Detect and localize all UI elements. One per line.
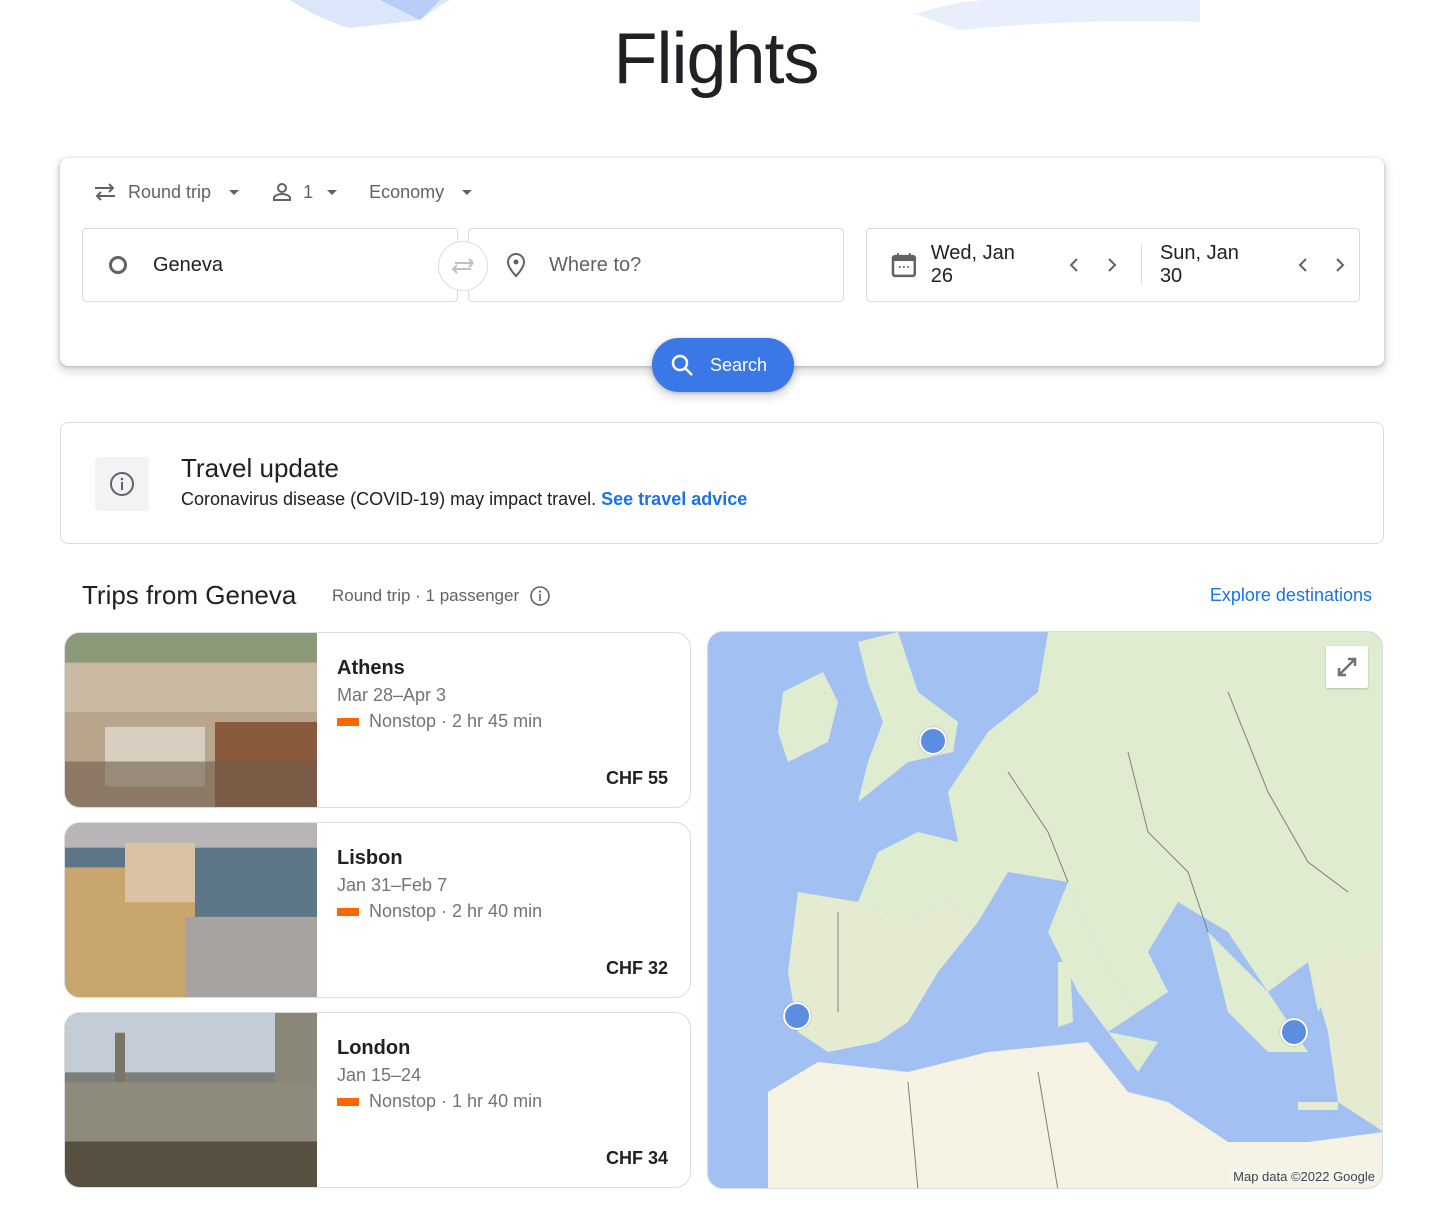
trip-price: CHF 32 (605, 958, 668, 978)
travel-update-title: Travel update (181, 453, 340, 483)
trip-flight-text: Nonstop · 2 hr 45 min (369, 711, 543, 731)
date-range-picker: Wed, Jan 26 Sun, Jan 30 (866, 228, 1360, 302)
athens-photo (65, 633, 317, 807)
destination-placeholder: Where to? (549, 253, 642, 276)
lisbon-photo (65, 823, 317, 997)
person-icon (273, 183, 292, 201)
chevron-right-icon (1108, 258, 1117, 272)
cabin-class-label: Economy (369, 181, 445, 202)
chevron-down-icon (327, 189, 338, 195)
trip-dates: Jan 15–24 (337, 1065, 422, 1085)
easyjet-logo-icon (337, 1097, 359, 1106)
trip-flight-info: Nonstop · 1 hr 40 min (337, 1091, 542, 1112)
trips-section-title: Trips from Geneva (82, 580, 297, 610)
trip-flight-text: Nonstop · 2 hr 40 min (369, 901, 543, 921)
return-prev-button[interactable] (1284, 246, 1322, 284)
trip-flight-info: Nonstop · 2 hr 40 min (337, 901, 542, 922)
trip-dates: Mar 28–Apr 3 (337, 685, 447, 705)
destination-input[interactable]: Where to? (468, 228, 844, 302)
info-icon[interactable] (529, 585, 551, 607)
trip-flight-info: Nonstop · 2 hr 45 min (337, 711, 542, 732)
trip-card-london[interactable]: London Jan 15–24 Nonstop · 1 hr 40 min C… (64, 1012, 691, 1188)
date-divider (1140, 245, 1142, 285)
expand-map-button[interactable] (1326, 646, 1368, 688)
trip-price: CHF 34 (605, 1148, 668, 1168)
trip-flight-text: Nonstop · 1 hr 40 min (369, 1091, 543, 1111)
passengers-select[interactable]: 1 (271, 181, 338, 203)
depart-date[interactable]: Wed, Jan 26 (931, 242, 1042, 288)
origin-value: Geneva (153, 253, 224, 276)
easyjet-logo-icon (337, 717, 359, 726)
origin-input[interactable]: Geneva (82, 228, 458, 302)
location-pin-icon (506, 252, 526, 278)
trip-dates: Jan 31–Feb 7 (337, 875, 448, 895)
chevron-left-icon (1070, 258, 1079, 272)
trip-card-athens[interactable]: Athens Mar 28–Apr 3 Nonstop · 2 hr 45 mi… (64, 632, 691, 808)
trip-type-select[interactable]: Round trip (92, 181, 240, 203)
swap-locations-button[interactable] (438, 241, 488, 291)
trip-city: London (337, 1037, 411, 1059)
depart-prev-button[interactable] (1056, 246, 1094, 284)
calendar-icon (891, 253, 917, 278)
map-pin-lisbon[interactable] (783, 1002, 811, 1030)
search-button[interactable]: Search (652, 338, 794, 392)
expand-icon (1337, 657, 1357, 677)
travel-update-card: Travel update Coronavirus disease (COVID… (60, 422, 1384, 544)
info-icon (110, 472, 134, 496)
info-icon-box (95, 457, 149, 511)
london-photo (65, 1013, 317, 1187)
trip-price: CHF 55 (605, 768, 668, 788)
origin-circle-icon (109, 256, 127, 274)
swap-arrows-icon (95, 183, 115, 201)
return-date[interactable]: Sun, Jan 30 (1160, 242, 1266, 288)
easyjet-logo-icon (337, 907, 359, 916)
return-next-button[interactable] (1321, 246, 1359, 284)
map-land (768, 632, 1382, 1188)
trip-city: Lisbon (337, 847, 403, 869)
search-icon (671, 354, 693, 376)
swap-icon (451, 258, 474, 274)
trip-city: Athens (337, 657, 405, 679)
depart-next-button[interactable] (1093, 246, 1131, 284)
travel-update-text: Coronavirus disease (COVID-19) may impac… (181, 489, 747, 510)
map-pin-athens[interactable] (1280, 1018, 1308, 1046)
trips-subtitle: Round trip · 1 passenger (332, 585, 551, 607)
trip-card-lisbon[interactable]: Lisbon Jan 31–Feb 7 Nonstop · 2 hr 40 mi… (64, 822, 691, 998)
chevron-left-icon (1298, 258, 1307, 272)
cabin-class-select[interactable]: Economy (369, 181, 473, 203)
chevron-down-icon (229, 189, 240, 195)
chevron-right-icon (1336, 258, 1345, 272)
page-title: Flights (613, 19, 819, 99)
trip-type-label: Round trip (128, 181, 212, 202)
travel-update-message: Coronavirus disease (COVID-19) may impac… (181, 489, 597, 509)
chevron-down-icon (462, 189, 473, 195)
trips-subtitle-text: Round trip · 1 passenger (332, 586, 520, 605)
map-credit: Map data ©2022 Google (1230, 1169, 1378, 1184)
explore-destinations-link[interactable]: Explore destinations (1210, 585, 1372, 606)
map-pin-london[interactable] (919, 727, 947, 755)
search-button-label: Search (710, 354, 768, 375)
passengers-count: 1 (303, 181, 314, 202)
travel-advice-link[interactable]: See travel advice (601, 489, 747, 509)
destinations-map[interactable]: Map data ©2022 Google (707, 631, 1383, 1189)
search-card: Round trip 1 Economy Geneva Where to? We… (60, 158, 1384, 366)
